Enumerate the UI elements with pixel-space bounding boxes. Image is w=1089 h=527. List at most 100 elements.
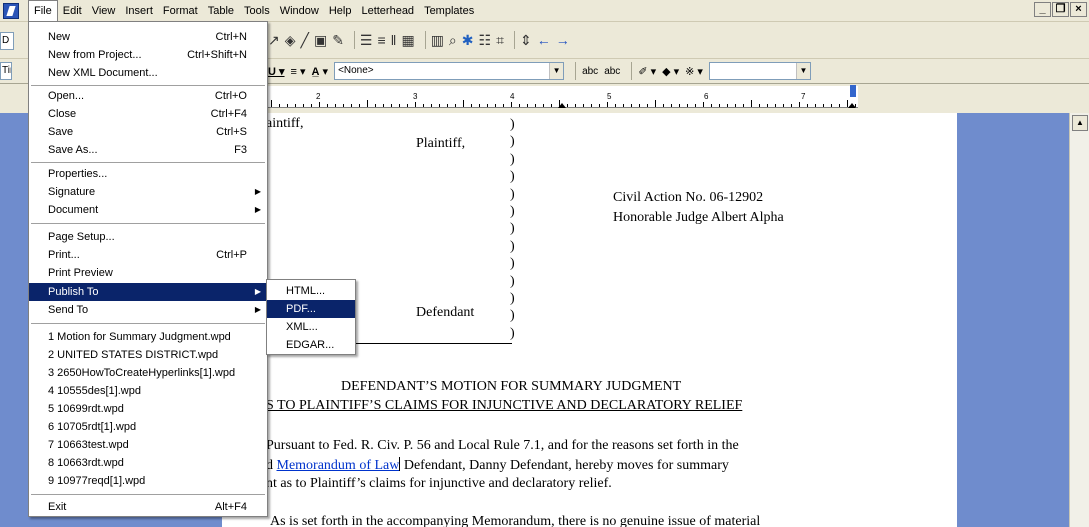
menu-window[interactable]: Window [275, 0, 324, 22]
margin-marker[interactable] [850, 85, 856, 97]
vertical-scrollbar[interactable]: ▲ [1069, 113, 1089, 527]
style-select[interactable]: <None> ▼ [334, 62, 565, 80]
publish-edgar[interactable]: EDGAR... [267, 336, 355, 354]
menu-item-close[interactable]: Close Ctrl+F4 [29, 105, 267, 123]
publish-html[interactable]: HTML... [267, 282, 355, 300]
recent-file-2[interactable]: 2 UNITED STATES DISTRICT.wpd [29, 346, 267, 364]
menu-help[interactable]: Help [324, 0, 357, 22]
special-icon[interactable]: ※ ▾ [685, 65, 703, 78]
menu-items: File Edit View Insert Format Table Tools… [28, 0, 479, 22]
recent-file-8[interactable]: 8 10663rdt.wpd [29, 454, 267, 472]
menu-item-send-to[interactable]: Send To ▶ [29, 301, 267, 319]
back-arrow-icon[interactable]: ← [537, 32, 551, 48]
menu-item-new-from-project[interactable]: New from Project... Ctrl+Shift+N [29, 46, 267, 64]
draw-line-icon[interactable]: ╱ [301, 32, 309, 49]
ruler-number: 6 [704, 92, 709, 101]
menu-item-print[interactable]: Print... Ctrl+P [29, 246, 267, 264]
menu-item-page-setup[interactable]: Page Setup... [29, 228, 267, 246]
recent-file-9[interactable]: 9 10977reqd[1].wpd [29, 472, 267, 490]
menu-item-document[interactable]: Document ▶ [29, 201, 267, 219]
menu-view[interactable]: View [87, 0, 121, 22]
recent-file-4[interactable]: 4 10555des[1].wpd [29, 382, 267, 400]
justify-icon[interactable]: ≡ ▾ [291, 65, 306, 78]
menu-item-open[interactable]: Open... Ctrl+O [29, 87, 267, 105]
text-box-icon[interactable]: ▣ [314, 32, 327, 49]
highlight-icon[interactable]: ✎ [332, 32, 344, 49]
columns-icon[interactable]: ‖ [391, 32, 397, 48]
caption-plaintiff-name: aintiff, [266, 116, 304, 131]
book-icon[interactable]: ▥ [431, 32, 444, 49]
pen-icon[interactable]: ✐ ▾ [638, 65, 656, 78]
body-paragraph-line: nt as to Plaintiff’s claims for injuncti… [266, 476, 612, 491]
font-color-icon[interactable]: A̲ ▾ [312, 65, 329, 78]
strikeout-icon[interactable]: abc [582, 66, 598, 77]
ruler-tick [711, 104, 712, 107]
ruler-tick [631, 104, 632, 107]
fill-icon[interactable]: ◆ ▾ [662, 65, 679, 78]
ruler-tick [591, 104, 592, 107]
menu-tools[interactable]: Tools [239, 0, 275, 22]
app-icon[interactable] [3, 3, 19, 19]
bullets-icon[interactable]: ☰ [360, 32, 373, 49]
menu-item-new-xml[interactable]: New XML Document... [29, 64, 267, 82]
menu-item-print-preview[interactable]: Print Preview [29, 264, 267, 282]
shape-icon[interactable]: ◈ [285, 32, 296, 49]
menu-templates[interactable]: Templates [419, 0, 479, 22]
publish-xml[interactable]: XML... [267, 318, 355, 336]
chevron-down-icon[interactable]: ▼ [549, 63, 564, 79]
menu-item-properties[interactable]: Properties... [29, 165, 267, 183]
line-icon[interactable]: ↗ [268, 32, 280, 49]
submenu-arrow-icon: ▶ [254, 305, 261, 314]
updown-icon[interactable]: ⇕ [520, 32, 532, 49]
forward-arrow-icon[interactable]: → [556, 32, 570, 48]
menu-item-new[interactable]: New Ctrl+N [29, 28, 267, 46]
underline-icon[interactable]: U ▾ [268, 65, 285, 78]
grid-icon[interactable]: ☷ [479, 32, 492, 49]
scroll-up-icon[interactable]: ▲ [1072, 115, 1088, 131]
menu-insert[interactable]: Insert [120, 0, 158, 22]
ruler-tick [527, 104, 528, 107]
toolbar-new-stub[interactable]: D [0, 32, 14, 50]
publish-pdf[interactable]: PDF... [267, 300, 355, 318]
ruler-tick [839, 104, 840, 107]
recent-file-6[interactable]: 6 10705rdt[1].wpd [29, 418, 267, 436]
ruler-tick [559, 100, 560, 107]
menu-item-label: New XML Document... [48, 67, 158, 79]
recent-file-3[interactable]: 3 2650HowToCreateHyperlinks[1].wpd [29, 364, 267, 382]
close-button[interactable]: × [1070, 2, 1087, 17]
recent-file-5[interactable]: 5 10699rdt.wpd [29, 400, 267, 418]
menu-item-signature[interactable]: Signature ▶ [29, 183, 267, 201]
menu-item-label: New [48, 31, 71, 43]
menu-file[interactable]: File [28, 0, 58, 22]
menu-item-exit[interactable]: Exit Alt+F4 [29, 498, 267, 516]
font-select-stub[interactable]: Tim [0, 62, 12, 80]
recent-file-1[interactable]: 1 Motion for Summary Judgment.wpd [29, 328, 267, 346]
menu-item-save-as[interactable]: Save As... F3 [29, 141, 267, 159]
menu-format[interactable]: Format [158, 0, 203, 22]
ruler-tick [295, 104, 296, 107]
minimize-button[interactable]: _ [1034, 2, 1051, 17]
table-icon[interactable]: ▦ [401, 32, 414, 49]
redline-icon[interactable]: abc [604, 66, 620, 77]
chevron-down-icon[interactable]: ▼ [795, 63, 810, 79]
ruler-tick [287, 104, 288, 107]
zoom-icon[interactable]: ⌕ [449, 32, 457, 49]
menu-letterhead[interactable]: Letterhead [356, 0, 419, 22]
body-paragraph-line: As is set forth in the accompanying Memo… [270, 514, 761, 527]
fill-select[interactable]: ▼ [708, 62, 811, 80]
numbering-icon[interactable]: ≡ [377, 32, 385, 48]
menu-item-shortcut: Ctrl+F4 [210, 108, 247, 120]
symbol-icon[interactable]: ⌗ [496, 32, 504, 49]
menu-item-save[interactable]: Save Ctrl+S [29, 123, 267, 141]
ruler-tick [463, 100, 464, 107]
menu-table[interactable]: Table [203, 0, 239, 22]
menu-edit[interactable]: Edit [58, 0, 87, 22]
spell-icon[interactable]: ✱ [462, 32, 474, 49]
restore-button[interactable]: ❐ [1052, 2, 1069, 17]
memorandum-link[interactable]: Memorandum of Law [277, 458, 400, 473]
submenu-arrow-icon: ▶ [254, 187, 261, 196]
recent-file-7[interactable]: 7 10663test.wpd [29, 436, 267, 454]
ruler[interactable]: 2 3 4 5 6 7 [268, 86, 858, 108]
menu-item-publish-to[interactable]: Publish To ▶ [29, 283, 267, 301]
ruler-tick [655, 100, 656, 107]
